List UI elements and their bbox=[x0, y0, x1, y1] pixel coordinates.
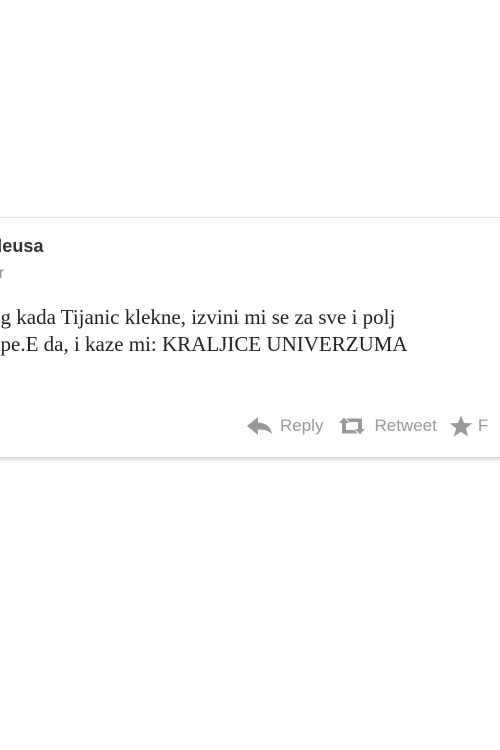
star-icon bbox=[449, 415, 473, 437]
reply-label: Reply bbox=[280, 416, 324, 435]
tweet-card[interactable]: rleusa ar ng kada Tijanic klekne, izvini… bbox=[0, 217, 500, 458]
author-name[interactable]: rleusa bbox=[0, 236, 44, 257]
retweet-button[interactable]: Retweet bbox=[337, 416, 437, 436]
tweet-text-line: ng kada Tijanic klekne, izvini mi se za … bbox=[0, 305, 396, 329]
favorite-label: F bbox=[477, 416, 489, 435]
reply-arrow-icon bbox=[246, 416, 273, 436]
tweet-actions: Reply Retweet F bbox=[246, 412, 488, 440]
reply-button[interactable]: Reply bbox=[246, 416, 323, 436]
tweet-text: ng kada Tijanic klekne, izvini mi se za … bbox=[0, 304, 500, 358]
page: rleusa ar ng kada Tijanic klekne, izvini… bbox=[0, 0, 500, 750]
retweet-label: Retweet bbox=[374, 416, 437, 435]
author-handle[interactable]: ar bbox=[0, 265, 4, 283]
retweet-arrows-icon bbox=[337, 416, 367, 436]
favorite-button[interactable]: F bbox=[449, 415, 488, 437]
tweet-text-line: upe.E da, i kaze mi: KRALJICE UNIVERZUMA bbox=[0, 332, 408, 356]
